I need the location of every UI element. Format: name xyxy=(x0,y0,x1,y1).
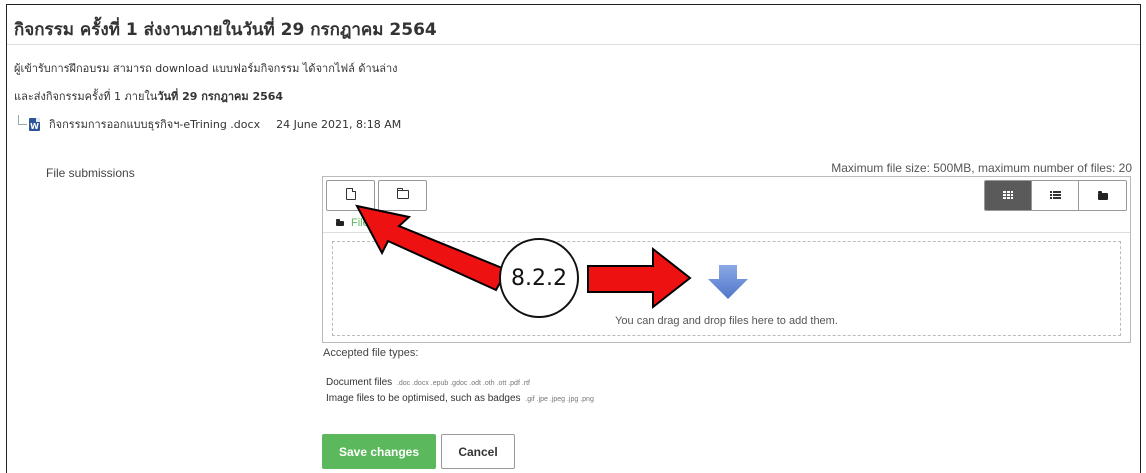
accepted-types-label: Accepted file types: xyxy=(323,347,419,359)
drop-zone-text: You can drag and drop files here to add … xyxy=(615,315,838,327)
breadcrumb: Files xyxy=(336,217,374,229)
drop-arrow-icon xyxy=(708,265,748,299)
file-type-extensions: .gif .jpe .jpeg .jpg .png xyxy=(525,396,594,403)
intro-text-2-deadline: วันที่ 29 กรกฎาคม 2564 xyxy=(157,90,284,103)
cancel-button[interactable]: Cancel xyxy=(441,434,515,469)
file-icon xyxy=(345,188,356,200)
file-type-documents: Document files .doc .docx .epub .gdoc .o… xyxy=(326,377,530,388)
max-file-size-info: Maximum file size: 500MB, maximum number… xyxy=(831,161,1132,175)
folder-icon xyxy=(1097,191,1108,200)
attachment-date: 24 June 2021, 8:18 AM xyxy=(276,117,402,131)
file-submissions-label: File submissions xyxy=(46,166,135,180)
tree-connector xyxy=(18,115,27,125)
intro-text-1: ผู้เข้ารับการฝึกอบรม สามารถ download แบบ… xyxy=(14,62,398,75)
intro-text-2-prefix: และส่งกิจกรรมครั้งที่ 1 ภายใน xyxy=(14,90,158,103)
intro-text-2: และส่งกิจกรรมครั้งที่ 1 ภายในวันที่ 29 ก… xyxy=(14,87,283,105)
page-title: กิจกรรม ครั้งที่ 1 ส่งงานภายในวันที่ 29 … xyxy=(14,20,437,40)
create-folder-button[interactable] xyxy=(378,180,427,211)
grid-icon xyxy=(1003,191,1013,200)
file-type-extensions: .doc .docx .epub .gdoc .odt .oth .ott .p… xyxy=(396,380,531,387)
attachment-row: W กิจกรรมการออกแบบธุรกิจฯ-eTrining .docx… xyxy=(18,114,401,134)
file-type-images: Image files to be optimised, such as bad… xyxy=(326,393,594,404)
save-changes-button[interactable]: Save changes xyxy=(322,434,436,469)
folder-outline-icon xyxy=(396,187,409,199)
view-toggle-group xyxy=(984,180,1127,211)
view-icons-button[interactable] xyxy=(985,181,1032,210)
attachment-link[interactable]: กิจกรรมการออกแบบธุรกิจฯ-eTrining .docx xyxy=(49,115,260,133)
breadcrumb-files[interactable]: Files xyxy=(351,217,374,229)
list-icon xyxy=(1049,191,1061,200)
folder-icon xyxy=(336,218,344,226)
file-type-name: Image files to be optimised, such as bad… xyxy=(326,393,521,404)
title-divider xyxy=(7,44,1140,45)
view-list-button[interactable] xyxy=(1032,181,1079,210)
file-type-name: Document files xyxy=(326,377,393,388)
file-picker-divider xyxy=(323,232,1130,233)
add-file-button[interactable] xyxy=(326,180,375,211)
file-picker: Files You can drag and drop files here t… xyxy=(322,176,1131,343)
word-document-icon: W xyxy=(29,117,40,131)
view-tree-button[interactable] xyxy=(1079,181,1126,210)
annotation-callout: 8.2.2 xyxy=(499,238,579,318)
drop-zone[interactable]: You can drag and drop files here to add … xyxy=(332,241,1121,336)
